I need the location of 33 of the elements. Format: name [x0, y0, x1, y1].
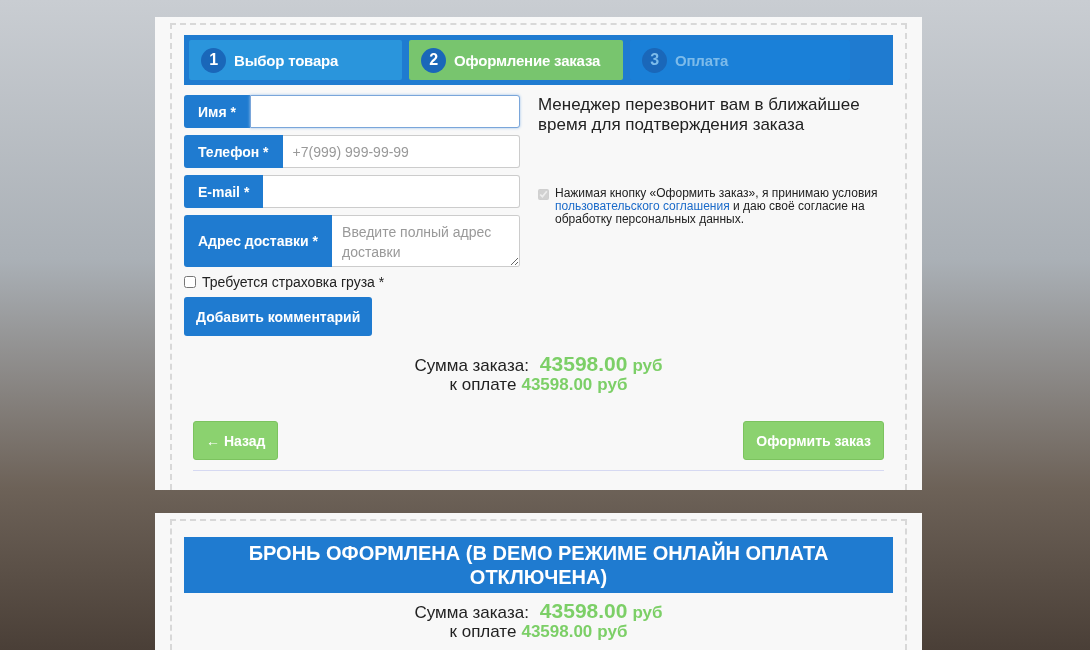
field-label: Имя * [184, 95, 250, 128]
field-label: E-mail * [184, 175, 264, 208]
order-total-amount: 43598.00 [539, 354, 628, 373]
step-number: 2 [421, 47, 446, 73]
add-comment-button[interactable]: Добавить комментарий [184, 297, 373, 336]
manager-note: Менеджер перезвонит вам в ближайшее время для подтверждения заказа [538, 95, 861, 135]
currency-label: руб [632, 356, 663, 375]
amount-due-value: 43598.00 [521, 622, 593, 641]
consent-text: Нажимая кнопку «Оформить заказ», я принимаю условия пользовательского соглашения и даю своё согласие на обработку персональных данных. [555, 187, 879, 226]
step-tab[interactable]: 1 Выбор товара [189, 40, 402, 80]
field-label: Адрес доставки * [184, 215, 333, 267]
input-field[interactable] [249, 95, 520, 128]
user-agreement-link[interactable]: пользовательского соглашения [555, 199, 730, 213]
currency-label: руб [597, 375, 628, 394]
field-label: Телефон * [184, 135, 283, 168]
step-number: 3 [642, 47, 667, 73]
step-number: 1 [201, 47, 226, 73]
order-total-label: Сумма заказа: [414, 603, 529, 622]
input-field[interactable] [263, 175, 520, 208]
amount-due-label: к оплате [449, 622, 517, 641]
confirmation-banner: БРОНЬ ОФОРМЛЕНА (В DEMO РЕЖИМЕ ОНЛАЙН ОПЛАТА ОТКЛЮЧЕНА) [184, 537, 893, 593]
insurance-label: Требуется страховка груза * [202, 274, 385, 290]
amount-due-value: 43598.00 [521, 375, 593, 394]
step-tab[interactable]: 3 Оплата [630, 40, 850, 80]
order-total-label: Сумма заказа: [414, 356, 529, 375]
step-tab[interactable]: 2 Оформление заказа [409, 40, 623, 80]
amount-due-label: к оплате [449, 375, 517, 394]
address-field[interactable]: Введите полный адрес доставки [332, 215, 520, 267]
input-field[interactable]: +7(999) 999-99-99 [282, 135, 520, 168]
currency-label: руб [597, 622, 628, 641]
currency-label: руб [632, 603, 663, 622]
insurance-checkbox[interactable] [184, 276, 196, 288]
order-total-amount: 43598.00 [539, 601, 628, 620]
